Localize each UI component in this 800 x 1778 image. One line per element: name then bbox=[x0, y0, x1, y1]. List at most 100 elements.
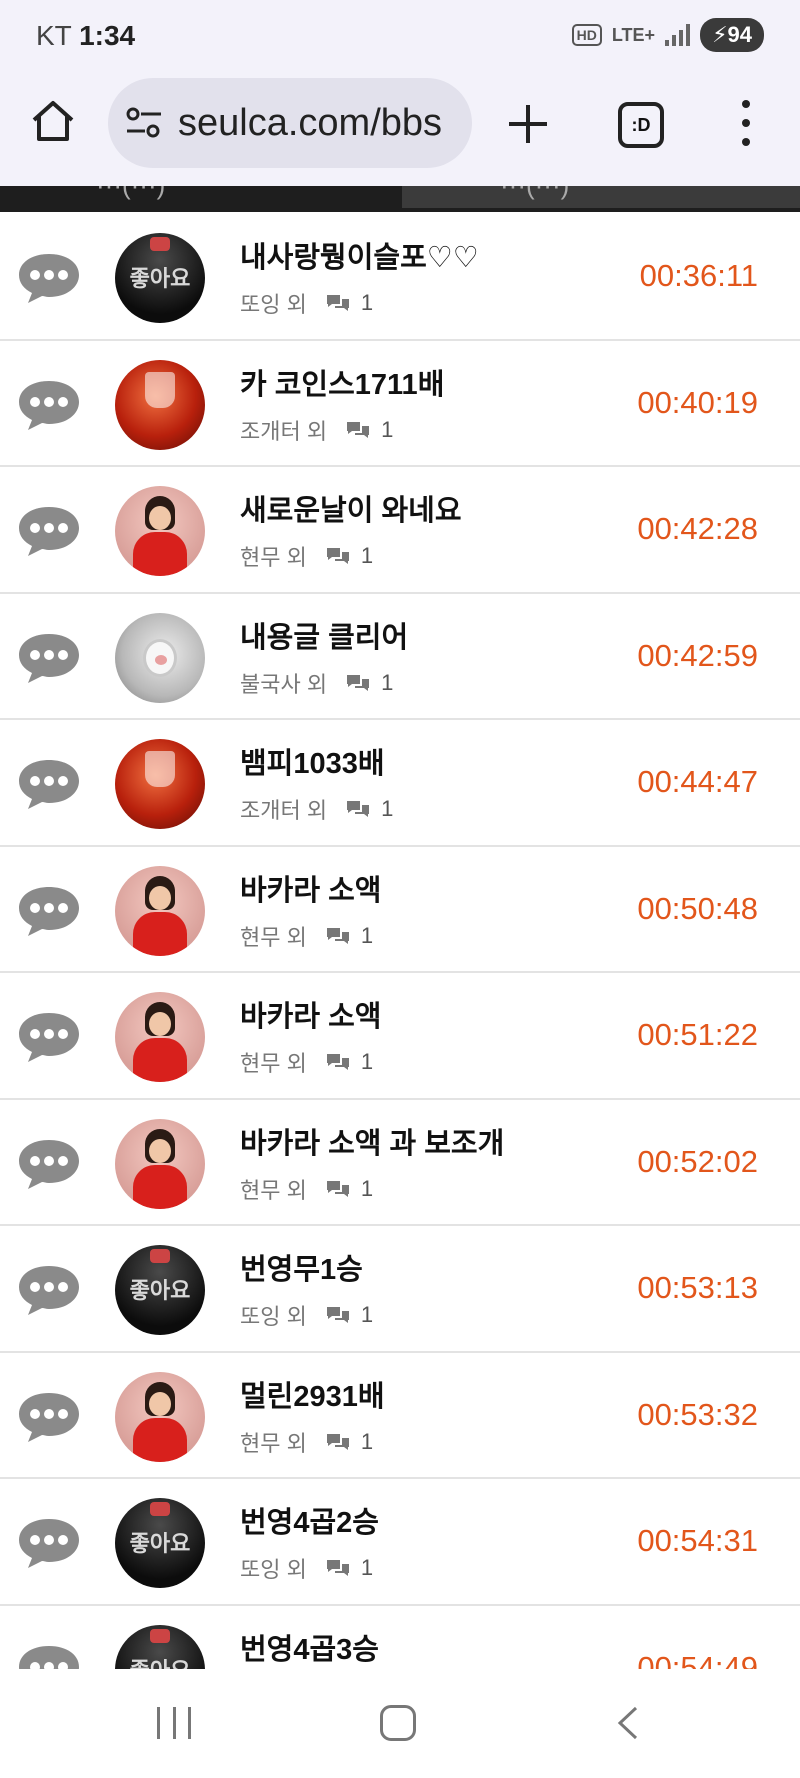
tab-switcher-button[interactable]: :D bbox=[618, 102, 664, 148]
comment-count: 1 bbox=[360, 1049, 374, 1074]
comments-icon bbox=[326, 295, 349, 311]
tab-right-label: ···(···) bbox=[500, 186, 569, 201]
post-time: 00:53:13 bbox=[637, 1270, 758, 1305]
avatar[interactable] bbox=[115, 359, 205, 450]
post-time: 00:53:32 bbox=[637, 1396, 758, 1432]
list-item[interactable]: 새로운날이 와네요현무 외 1 00:42:28 bbox=[0, 467, 800, 594]
address-bar[interactable]: seulca.com/bbs bbox=[108, 78, 472, 168]
avatar[interactable]: 좋아요 bbox=[115, 1498, 205, 1588]
post-title[interactable]: 번영무1승 bbox=[240, 1246, 363, 1288]
avatar[interactable] bbox=[115, 612, 205, 703]
chat-bubble-icon bbox=[19, 633, 79, 683]
avatar[interactable] bbox=[115, 486, 205, 576]
list-item[interactable]: 바카라 소액 현무 외 1 00:50:48 bbox=[0, 847, 800, 973]
carrier-name: KT bbox=[36, 20, 72, 51]
list-item[interactable]: 좋아요 내사랑뭥이슬포♡♡ 또잉 외 1 00:36:11 bbox=[0, 214, 800, 341]
chat-bubble-icon bbox=[19, 1266, 79, 1315]
post-author[interactable]: 현무 외 bbox=[240, 1173, 307, 1205]
post-title[interactable]: 내사랑뭥이슬포♡♡ bbox=[240, 234, 479, 276]
post-list: 좋아요 내사랑뭥이슬포♡♡ 또잉 외 1 00:36:11 카 코인스1711배 조개터 외… bbox=[0, 214, 800, 1669]
new-tab-icon[interactable] bbox=[506, 102, 550, 146]
post-author[interactable]: 현무 외 bbox=[240, 540, 307, 572]
comment-count: 1 bbox=[360, 1175, 374, 1201]
post-meta: 조개터 외 1 bbox=[240, 793, 393, 825]
comments-icon bbox=[326, 927, 349, 944]
avatar[interactable] bbox=[115, 1371, 205, 1462]
chat-bubble-icon bbox=[19, 254, 79, 303]
url-text: seulca.com/bbs bbox=[178, 102, 443, 144]
avatar[interactable]: 좋아요 bbox=[115, 233, 205, 323]
comment-count: 1 bbox=[360, 290, 374, 315]
post-title[interactable]: 바카라 소액 과 보조개 bbox=[240, 1120, 504, 1162]
post-author[interactable]: 조개터 외 bbox=[240, 793, 327, 825]
post-time: 00:42:28 bbox=[637, 511, 758, 546]
post-author[interactable]: 또잉 외 bbox=[240, 1299, 307, 1331]
post-title[interactable]: 멀린2931배 bbox=[240, 1373, 385, 1415]
avatar[interactable]: 좋아요 bbox=[115, 1245, 205, 1335]
post-title[interactable]: 번영4곱2승 bbox=[240, 1499, 379, 1541]
list-item[interactable]: 뱀피1033배 조개터 외 1 00:44:47 bbox=[0, 720, 800, 847]
carrier-time: KT 1:34 bbox=[36, 20, 135, 52]
comments-icon bbox=[326, 1180, 349, 1197]
post-title[interactable]: 뱀피1033배 bbox=[240, 740, 385, 782]
status-bar: KT 1:34 HD LTE+ ⚡94 bbox=[0, 0, 800, 72]
tab-left-label[interactable]: ···(···) bbox=[96, 186, 165, 201]
home-icon[interactable] bbox=[30, 98, 76, 144]
status-icons: HD LTE+ ⚡94 bbox=[571, 18, 764, 52]
post-meta: 현무 외 1 bbox=[240, 1173, 373, 1205]
avatar-text: 좋아요 bbox=[129, 1278, 191, 1303]
list-item[interactable]: 좋아요 번영4곱2승 또잉 외 1 00:54:31 bbox=[0, 1479, 800, 1606]
more-menu-icon[interactable] bbox=[736, 100, 756, 146]
home-button-icon[interactable] bbox=[380, 1705, 416, 1741]
list-item[interactable]: 바카라 소액 과 보조개 현무 외 1 00:52:02 bbox=[0, 1100, 800, 1226]
comment-count: 1 bbox=[360, 543, 374, 568]
comment-count: 1 bbox=[360, 1428, 374, 1454]
comments-icon bbox=[326, 1054, 349, 1070]
comments-icon bbox=[326, 1560, 349, 1576]
comments-icon bbox=[347, 674, 370, 691]
chat-bubble-icon bbox=[19, 1519, 79, 1568]
post-title[interactable]: 번영4곱3승 bbox=[240, 1626, 379, 1668]
list-item[interactable]: 좋아요 번영무1승또잉 외 1 00:53:13 bbox=[0, 1226, 800, 1353]
comment-count: 1 bbox=[381, 669, 394, 695]
post-title[interactable]: 내용글 클리어 bbox=[240, 614, 408, 656]
list-item[interactable]: 바카라 소액 현무 외 1 00:51:22 bbox=[0, 973, 800, 1100]
post-meta: 현무 외 1 bbox=[240, 540, 373, 572]
comment-count: 1 bbox=[360, 1555, 374, 1580]
list-item[interactable]: 내용글 클리어불국사 외 1 00:42:59 bbox=[0, 594, 800, 720]
post-author[interactable]: 현무 외 bbox=[240, 920, 307, 952]
chat-bubble-icon bbox=[19, 380, 79, 430]
category-tabs: ···(···) ···(···) bbox=[0, 186, 800, 212]
post-title[interactable]: 바카라 소액 bbox=[240, 993, 381, 1035]
post-author[interactable]: 현무 외 bbox=[240, 1426, 307, 1458]
battery-icon: ⚡94 bbox=[700, 18, 764, 52]
tab-right[interactable] bbox=[402, 186, 800, 208]
avatar[interactable] bbox=[115, 865, 205, 956]
post-meta: 또잉 외 1 bbox=[240, 1552, 373, 1584]
post-author[interactable]: 불국사 외 bbox=[240, 667, 327, 699]
post-author[interactable]: 또잉 외 bbox=[240, 287, 307, 319]
comments-icon bbox=[326, 1307, 349, 1323]
back-icon[interactable] bbox=[610, 1705, 646, 1741]
post-author[interactable]: 또잉 외 bbox=[240, 1552, 307, 1584]
list-item[interactable]: 멀린2931배현무 외 1 00:53:32 bbox=[0, 1353, 800, 1479]
recent-apps-icon[interactable] bbox=[157, 1707, 191, 1739]
post-title[interactable]: 카 코인스1711배 bbox=[240, 361, 444, 403]
post-time: 00:42:59 bbox=[637, 637, 758, 673]
post-title[interactable]: 새로운날이 와네요 bbox=[240, 487, 462, 529]
avatar[interactable] bbox=[115, 992, 205, 1082]
comments-icon bbox=[347, 421, 370, 438]
post-title[interactable]: 바카라 소액 bbox=[240, 867, 381, 909]
list-item[interactable]: 좋아요번영4곱3승또잉 외100:54:49 bbox=[0, 1606, 800, 1669]
list-item[interactable]: 카 코인스1711배 조개터 외 1 00:40:19 bbox=[0, 341, 800, 467]
chat-bubble-icon bbox=[19, 886, 79, 936]
avatar[interactable] bbox=[115, 1118, 205, 1209]
avatar-text: 좋아요 bbox=[129, 1531, 191, 1556]
site-settings-icon[interactable] bbox=[124, 106, 164, 140]
post-author[interactable]: 조개터 외 bbox=[240, 414, 327, 446]
browser-toolbar: seulca.com/bbs :D bbox=[0, 72, 800, 186]
comment-count: 1 bbox=[360, 1302, 374, 1327]
avatar[interactable]: 좋아요 bbox=[115, 1624, 205, 1669]
post-author[interactable]: 현무 외 bbox=[240, 1046, 307, 1078]
avatar[interactable] bbox=[115, 739, 205, 829]
